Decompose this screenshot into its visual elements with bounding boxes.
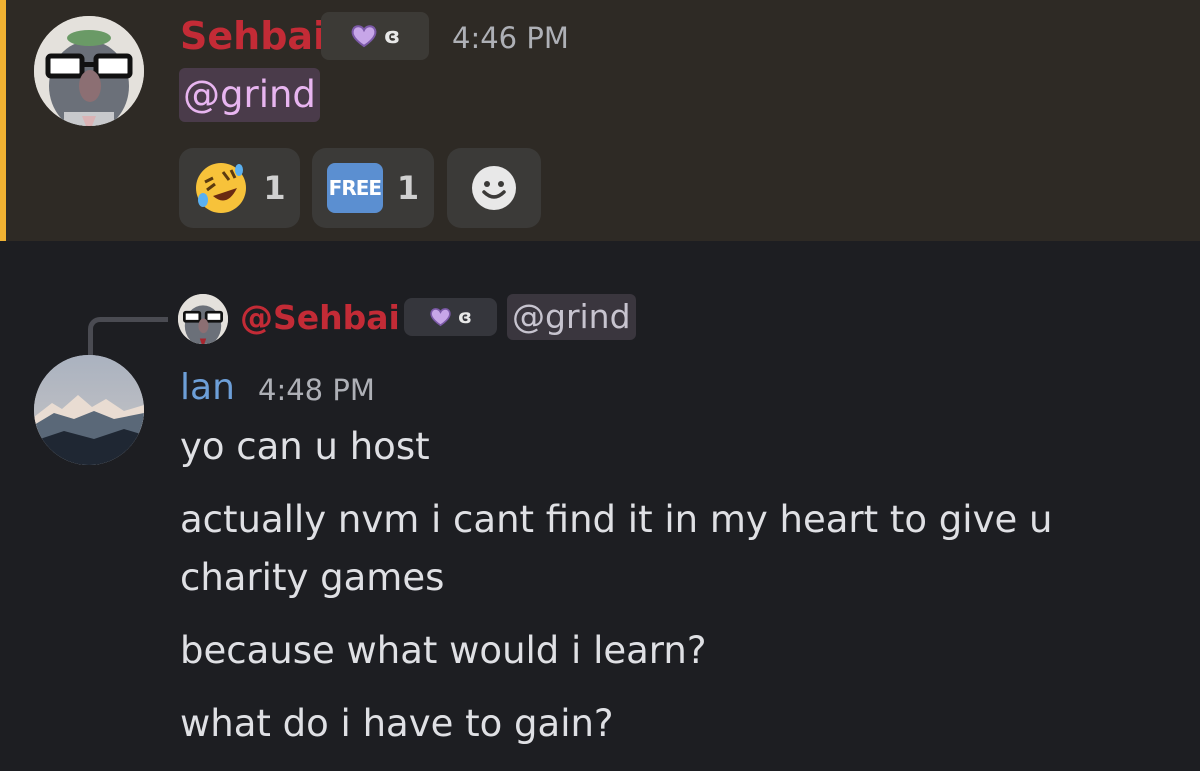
message-text: because what would i learn? <box>180 629 707 672</box>
message-text: yo can u host <box>180 425 430 468</box>
reply-server-tag[interactable]: ɞ <box>404 298 497 336</box>
server-tag[interactable]: ɞ <box>321 12 429 60</box>
timestamp[interactable]: 4:48 PM <box>258 370 375 410</box>
message-text: what do i have to gain? <box>180 702 614 745</box>
reply-avatar[interactable] <box>178 294 228 344</box>
purple-heart-icon <box>351 25 377 48</box>
timestamp[interactable]: 4:46 PM <box>452 18 569 58</box>
server-tag-text: ɞ <box>458 306 472 328</box>
server-tag-text: ɞ <box>383 23 401 49</box>
purple-heart-icon <box>430 308 451 327</box>
reply-author-username[interactable]: @Sehbai <box>240 296 400 340</box>
add-reaction-icon <box>472 166 516 210</box>
reaction-count: 1 <box>396 169 420 207</box>
rolling-on-floor-laughing-icon <box>196 163 247 213</box>
reaction-rofl[interactable]: 1 <box>179 148 300 228</box>
author-username[interactable]: Sehbai <box>180 12 326 60</box>
add-reaction-button[interactable] <box>447 148 541 228</box>
reaction-free[interactable]: FREE 1 <box>312 148 434 228</box>
user-mention[interactable]: @grind <box>179 68 320 122</box>
free-icon: FREE <box>326 163 383 213</box>
mention-highlight-bar <box>0 0 6 241</box>
mountain-avatar-image <box>34 355 144 465</box>
message-text: charity games <box>180 556 445 599</box>
avatar-image <box>34 16 144 126</box>
reply-avatar-image <box>178 294 228 344</box>
reply-preview-mention[interactable]: @grind <box>507 294 636 340</box>
message-text: actually nvm i cant find it in my heart … <box>180 498 1053 541</box>
reaction-count: 1 <box>263 169 286 207</box>
author-username[interactable]: lan <box>180 364 235 412</box>
reply-connector <box>88 317 168 357</box>
avatar[interactable] <box>34 355 144 465</box>
mentioned-message: Sehbai ɞ 4:46 PM @grind 1 FREE 1 <box>0 0 1200 241</box>
avatar[interactable] <box>34 16 144 126</box>
